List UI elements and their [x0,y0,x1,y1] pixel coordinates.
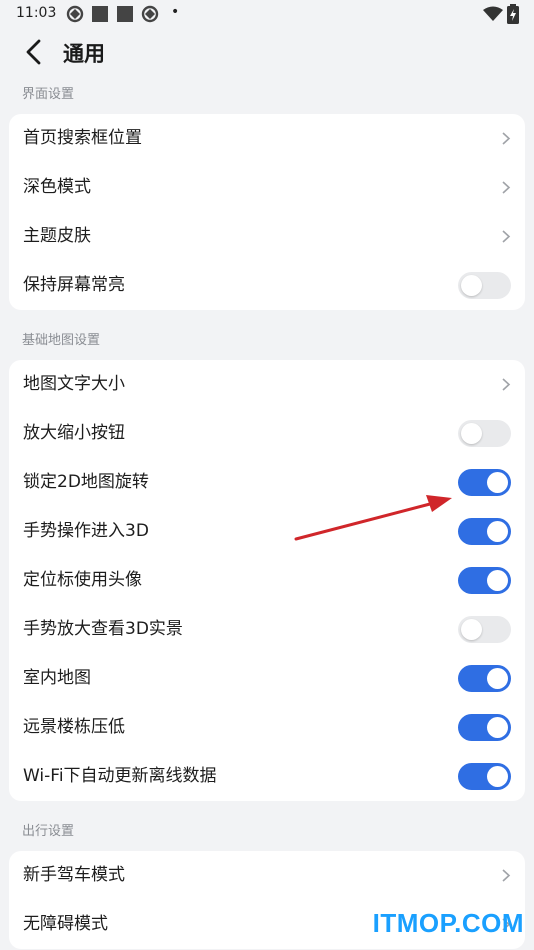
row-map-text-size[interactable]: 地图文字大小 [9,360,525,409]
notification-icon [92,6,108,22]
status-time: 11:03 [16,5,57,21]
row-label: 定位标使用头像 [23,570,142,590]
toggle-switch[interactable] [458,420,511,447]
wifi-icon [483,6,503,21]
row-label: 主题皮肤 [23,226,91,246]
card-basic-map: 地图文字大小 放大缩小按钮 锁定2D地图旋转 手势操作进入3D 定位标使用头像 … [9,360,525,801]
row-indoor-map: 室内地图 [9,654,525,703]
toggle-switch[interactable] [458,567,511,594]
toggle-switch[interactable] [458,272,511,299]
battery-icon [507,4,519,24]
toggle-knob [461,423,482,444]
row-label: 无障碍模式 [23,914,108,934]
row-dark-mode[interactable]: 深色模式 [9,163,525,212]
toggle-switch[interactable] [458,518,511,545]
row-wifi-offline-update: Wi-Fi下自动更新离线数据 [9,752,525,801]
row-label: 深色模式 [23,177,91,197]
back-arrow-icon[interactable] [20,36,50,68]
status-dot: • [171,4,180,20]
row-avatar-locator: 定位标使用头像 [9,556,525,605]
row-theme-skin[interactable]: 主题皮肤 [9,212,525,261]
app-bar: 通用 [0,28,534,76]
chevron-right-icon [502,378,511,391]
row-search-box-position[interactable]: 首页搜索框位置 [9,114,525,163]
chevron-right-icon [502,230,511,243]
row-label: 新手驾车模式 [23,865,125,885]
toggle-switch[interactable] [458,469,511,496]
row-label: 地图文字大小 [23,374,125,394]
row-novice-driving[interactable]: 新手驾车模式 [9,851,525,900]
row-lower-distant-buildings: 远景楼栋压低 [9,703,525,752]
row-label: Wi-Fi下自动更新离线数据 [23,766,217,786]
toggle-knob [461,275,482,296]
row-label: 手势操作进入3D [23,521,149,541]
row-label: 放大缩小按钮 [23,423,125,443]
row-label: 首页搜索框位置 [23,128,142,148]
section-label-interface: 界面设置 [22,87,75,102]
row-label: 保持屏幕常亮 [23,275,125,295]
toggle-switch[interactable] [458,763,511,790]
status-bar: 11:03 • [0,0,534,28]
toggle-knob [487,766,508,787]
row-keep-screen-on: 保持屏幕常亮 [9,261,525,310]
toggle-switch[interactable] [458,714,511,741]
toggle-knob [487,717,508,738]
chevron-right-icon [502,132,511,145]
row-label: 手势放大查看3D实景 [23,619,183,639]
toggle-knob [487,668,508,689]
toggle-knob [461,619,482,640]
section-label-basic-map: 基础地图设置 [22,333,101,348]
page-title: 通用 [63,42,105,66]
sync-icon [141,5,159,23]
toggle-knob [487,570,508,591]
annotation-arrow-icon [294,495,452,541]
card-interface: 首页搜索框位置 深色模式 主题皮肤 保持屏幕常亮 [9,114,525,310]
notification-icon [117,6,133,22]
chevron-right-icon [502,869,511,882]
row-label: 室内地图 [23,668,91,688]
toggle-switch[interactable] [458,616,511,643]
row-zoom-buttons: 放大缩小按钮 [9,409,525,458]
row-label: 锁定2D地图旋转 [23,472,149,492]
sync-icon [66,5,84,23]
row-label: 远景楼栋压低 [23,717,125,737]
row-gesture-3d-streetview: 手势放大查看3D实景 [9,605,525,654]
section-label-travel: 出行设置 [22,824,75,839]
toggle-switch[interactable] [458,665,511,692]
toggle-knob [487,521,508,542]
chevron-right-icon [502,181,511,194]
watermark: ITMOP.COM [372,908,524,938]
toggle-knob [487,472,508,493]
